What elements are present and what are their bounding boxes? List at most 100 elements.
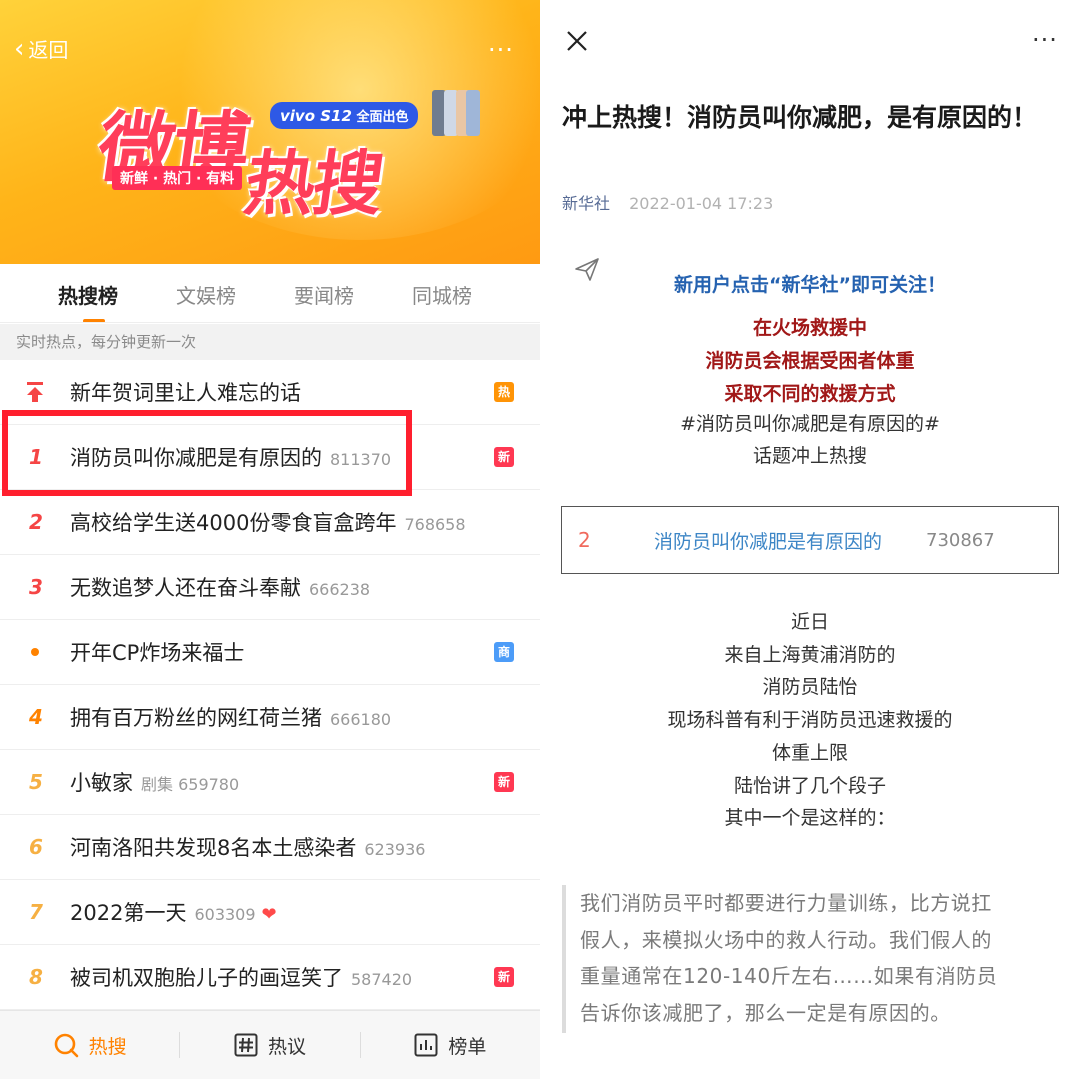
list-item-title: 2022第一天 603309 ❤ <box>70 901 277 925</box>
list-item-title: 新年贺词里让人难忘的话 <box>70 381 301 405</box>
heat-count: 730867 <box>926 529 995 551</box>
tab-entertainment[interactable]: 文娱榜 <box>176 280 236 309</box>
nav-discussion[interactable]: 热议 <box>180 1032 359 1059</box>
rank-number: 7 <box>29 900 43 924</box>
rank-number: 8 <box>29 965 43 989</box>
list-item[interactable]: 6 河南洛阳共发现8名本土感染者 623936 <box>0 815 540 880</box>
new-badge: 新 <box>494 967 514 987</box>
list-item-title: 开年CP炸场来福士 <box>70 641 245 665</box>
sponsor-text: 全面出色 <box>356 110 409 125</box>
list-item-title: 消防员叫你减肥是有原因的 811370 <box>70 446 392 470</box>
list-item-promoted[interactable]: 开年CP炸场来福士 商 <box>0 620 540 685</box>
text-line: 话题冲上热搜 <box>752 445 867 467</box>
sponsor-brand: vivo S12 <box>280 107 352 125</box>
hot-badge: 热 <box>494 382 514 402</box>
list-item-title: 被司机双胞胎儿子的画逗笑了 587420 <box>70 966 413 990</box>
phone-product-icon <box>432 90 480 138</box>
search-icon <box>54 1033 78 1058</box>
logo-tagline: 新鲜 · 热门 · 有料 <box>112 166 243 190</box>
chart-icon <box>414 1033 438 1057</box>
nav-label: 热搜 <box>88 1035 127 1058</box>
logo-text-resou: 热搜 <box>239 142 388 225</box>
list-item[interactable]: 3 无数追梦人还在奋斗奉献 666238 <box>0 555 540 620</box>
heat-count: 603309 <box>194 905 256 924</box>
rank-number: 2 <box>29 510 43 534</box>
list-item[interactable]: 1 消防员叫你减肥是有原因的 811370 新 <box>0 425 540 490</box>
article-meta: 新华社 2022-01-04 17:23 <box>562 190 773 214</box>
text-line: 来自上海黄浦消防的 <box>724 643 896 666</box>
topic-paragraph: #消防员叫你减肥是有原因的# 话题冲上热搜 <box>540 408 1080 472</box>
list-item-title: 拥有百万粉丝的网红荷兰猪 666180 <box>70 706 392 730</box>
rank-number: 4 <box>29 705 43 729</box>
rank-number: 2 <box>578 528 591 552</box>
back-button[interactable]: ‹ 返回 <box>14 34 68 63</box>
rank-number: 3 <box>29 575 43 599</box>
list-item-title: 无数追梦人还在奋斗奉献 666238 <box>70 576 371 600</box>
article-screen: ··· 冲上热搜！消防员叫你减肥，是有原因的！ 新华社 2022-01-04 1… <box>540 0 1080 1079</box>
text-line: 陆怡讲了几个段子 <box>733 774 886 797</box>
close-icon[interactable] <box>564 28 590 54</box>
tab-local[interactable]: 同城榜 <box>412 280 472 309</box>
new-badge: 新 <box>494 772 514 792</box>
hot-card-title: 消防员叫你减肥是有原因的 <box>654 530 883 553</box>
list-item[interactable]: 8 被司机双胞胎儿子的画逗笑了 587420 新 <box>0 945 540 1010</box>
list-item[interactable]: 7 2022第一天 603309 ❤ <box>0 880 540 945</box>
article-source-link[interactable]: 新华社 <box>562 194 610 213</box>
new-badge: 新 <box>494 447 514 467</box>
hot-search-banner: ‹ 返回 ··· 微博 热搜 新鲜 · 热门 · 有料 vivo S12 全面出… <box>0 0 540 264</box>
blockquote: 我们消防员平时都要进行力量训练，比方说扛 假人，来模拟火场中的救人行动。我们假人… <box>562 885 1062 1033</box>
ad-badge: 商 <box>494 642 514 662</box>
heat-count: 811370 <box>330 450 392 469</box>
rank-number: 1 <box>29 445 43 469</box>
quote-line: 告诉你该减肥了，那么一定是有原因的。 <box>580 1000 951 1025</box>
pin-top-icon <box>27 382 43 402</box>
nav-hot-search[interactable]: 热搜 <box>0 1032 179 1059</box>
hash-icon <box>234 1033 258 1057</box>
nav-rankings[interactable]: 榜单 <box>361 1032 540 1059</box>
rank-number: 5 <box>29 770 43 794</box>
more-icon[interactable]: ··· <box>488 36 514 64</box>
heat-count: 666238 <box>309 580 371 599</box>
heat-count: 623936 <box>364 840 426 859</box>
text-line: 采取不同的救援方式 <box>724 383 896 405</box>
heat-count: 剧集 659780 <box>141 775 240 794</box>
text-line: 其中一个是这样的： <box>724 807 896 830</box>
text-line: 现场科普有利于消防员迅速救援的 <box>667 709 953 732</box>
back-label: 返回 <box>28 38 69 62</box>
more-icon[interactable]: ··· <box>1032 26 1058 54</box>
sponsor-badge[interactable]: vivo S12 全面出色 <box>270 102 419 129</box>
quote-line: 我们消防员平时都要进行力量训练，比方说扛 <box>580 891 992 915</box>
heat-count: 587420 <box>351 970 413 989</box>
quote-line: 重量通常在120-140斤左右……如果有消防员 <box>580 964 998 988</box>
follow-prompt[interactable]: 新用户点击“新华社”即可关注！ <box>540 270 1080 297</box>
ranking-tabs: 热搜榜 文娱榜 要闻榜 同城榜 <box>0 264 540 324</box>
tab-news[interactable]: 要闻榜 <box>294 280 354 309</box>
text-line: 消防员陆怡 <box>762 676 858 699</box>
highlight-paragraph: 在火场救援中 消防员会根据受困者体重 采取不同的救援方式 <box>540 312 1080 411</box>
rank-number: 6 <box>29 835 43 859</box>
list-item[interactable]: 新年贺词里让人难忘的话 热 <box>0 360 540 425</box>
article-date: 2022-01-04 17:23 <box>629 194 774 213</box>
text-line: 消防员会根据受困者体重 <box>705 350 915 372</box>
heat-count: 768658 <box>404 515 466 534</box>
list-item-title: 小敏家 剧集 659780 <box>70 771 240 795</box>
promoted-dot-icon <box>31 648 39 656</box>
text-line: #消防员叫你减肥是有原因的# <box>680 413 940 435</box>
list-item[interactable]: 4 拥有百万粉丝的网红荷兰猪 666180 <box>0 685 540 750</box>
text-line: 在火场救援中 <box>752 317 867 339</box>
weibo-hot-search-logo: 微博 热搜 新鲜 · 热门 · 有料 <box>93 80 436 225</box>
nav-label: 热议 <box>267 1035 306 1058</box>
list-item-title: 河南洛阳共发现8名本土感染者 623936 <box>70 836 426 860</box>
tab-hot-search[interactable]: 热搜榜 <box>58 280 118 323</box>
bottom-navigation: 热搜 热议 榜单 <box>0 1010 540 1079</box>
hot-search-card[interactable]: 2 消防员叫你减肥是有原因的 730867 <box>561 506 1059 574</box>
hot-search-list: 新年贺词里让人难忘的话 热 1 消防员叫你减肥是有原因的 811370 新 2 高… <box>0 360 540 1010</box>
list-item[interactable]: 5 小敏家 剧集 659780 新 <box>0 750 540 815</box>
article-body: 近日 来自上海黄浦消防的 消防员陆怡 现场科普有利于消防员迅速救援的 体重上限 … <box>540 606 1080 835</box>
list-item-title: 高校给学生送4000份零食盲盒跨年 768658 <box>70 511 466 535</box>
list-item[interactable]: 2 高校给学生送4000份零食盲盒跨年 768658 <box>0 490 540 555</box>
heat-count: 666180 <box>330 710 392 729</box>
weibo-hot-search-screen: ‹ 返回 ··· 微博 热搜 新鲜 · 热门 · 有料 vivo S12 全面出… <box>0 0 540 1079</box>
chevron-left-icon: ‹ <box>14 33 25 64</box>
realtime-info-bar: 实时热点，每分钟更新一次 <box>0 324 540 360</box>
